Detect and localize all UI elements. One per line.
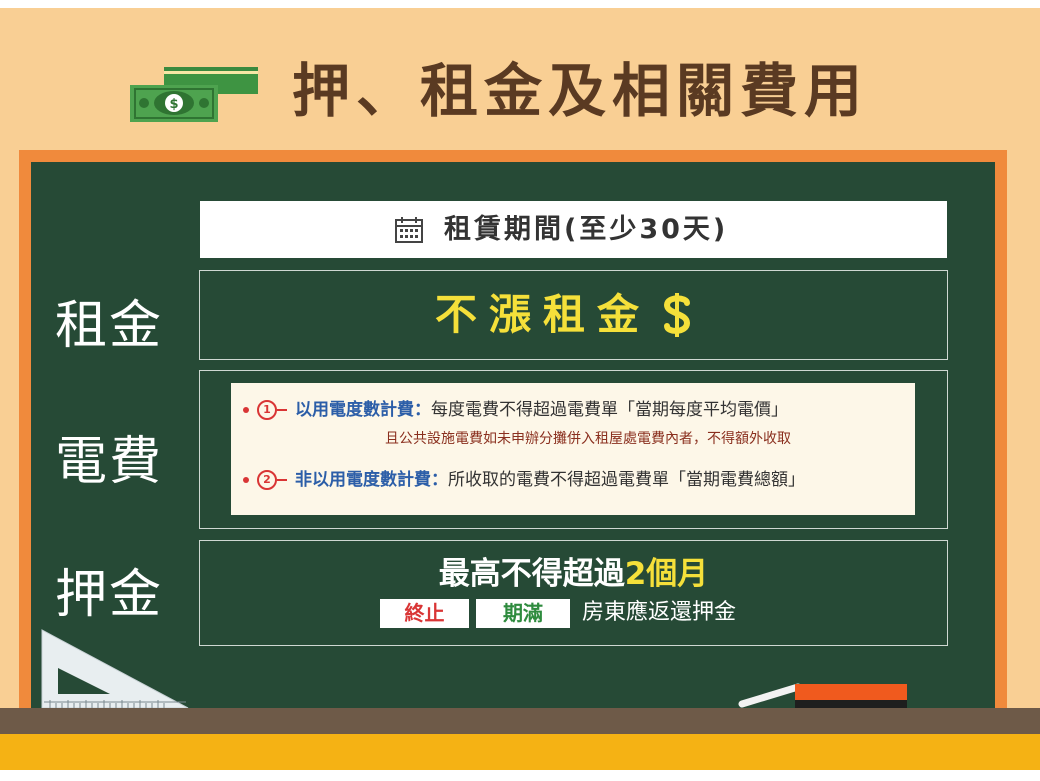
electricity-label: 電費: [55, 432, 164, 492]
svg-text:$: $: [169, 97, 178, 112]
rent-box: 不漲租金: [199, 270, 948, 360]
tag-expire: 期滿: [476, 599, 570, 628]
tag-terminate: 終止: [380, 599, 469, 628]
page-title: 押、租金及相關費用: [292, 57, 869, 125]
dollar-icon: [663, 293, 691, 337]
set-square-ruler-icon: [41, 629, 189, 709]
deposit-main-text: 最高不得超過2個月: [200, 555, 947, 593]
deposit-main-highlight: 2個月: [624, 556, 709, 592]
rule-1-note: 且公共設施電費如未申辦分攤併入租屋處電費內者，不得額外收取: [385, 431, 791, 447]
rule-2-heading: 非以用電度數計費：: [295, 470, 448, 490]
rent-text: 不漲租金: [435, 290, 652, 339]
deposit-label: 押金: [55, 565, 164, 625]
rule-connector-1: [277, 409, 287, 411]
rule-number-2: 2: [257, 470, 277, 490]
money-bills-icon: $: [130, 67, 258, 122]
title-row: $ 押、租金及相關費用: [0, 50, 1040, 130]
electricity-rules-panel: 1 以用電度數計費：每度電費不得超過電費單「當期每度平均電價」 且公共設施電費如…: [231, 383, 915, 515]
eraser-icon: [795, 684, 907, 710]
rental-period-text: 租賃期間(至少30天): [444, 214, 729, 245]
floor-stripe: [0, 734, 1040, 770]
calendar-icon: [395, 217, 423, 243]
rule-1-line: 以用電度數計費：每度電費不得超過電費單「當期每度平均電價」: [295, 399, 788, 421]
deposit-sub-text: 房東應返還押金: [582, 600, 737, 625]
rule-number-1: 1: [257, 400, 277, 420]
bullet-2: [243, 477, 249, 483]
deposit-box: 最高不得超過2個月 終止 期滿 房東應返還押金: [199, 540, 948, 646]
rule-1-text: 每度電費不得超過電費單「當期每度平均電價」: [431, 400, 788, 420]
deposit-main-prefix: 最高不得超過: [438, 556, 625, 592]
rental-period-bar: 租賃期間(至少30天): [200, 201, 947, 258]
rule-connector-2: [277, 479, 287, 481]
rule-1-heading: 以用電度數計費：: [295, 400, 431, 420]
bullet-1: [243, 407, 249, 413]
rule-2-line: 非以用電度數計費：所收取的電費不得超過電費單「當期電費總額」: [295, 469, 805, 491]
chalk-ledge: [0, 708, 1040, 734]
rent-label: 租金: [55, 296, 164, 356]
rule-2-text: 所收取的電費不得超過電費單「當期電費總額」: [448, 470, 805, 490]
